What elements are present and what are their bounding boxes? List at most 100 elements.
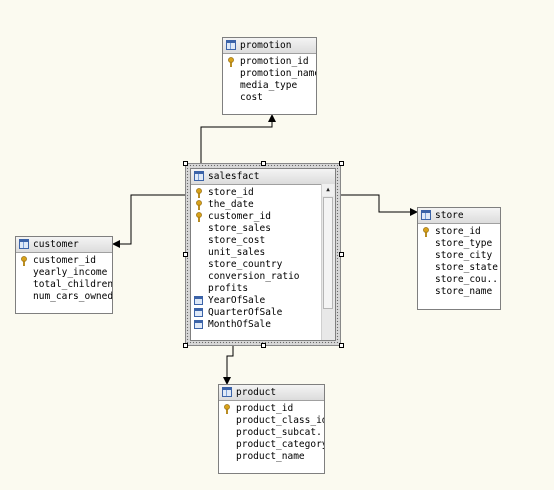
column-row[interactable]: store_id xyxy=(418,226,500,238)
column-name: total_children xyxy=(33,279,112,290)
column-name: promotion_id xyxy=(240,56,309,67)
column-icon xyxy=(194,308,203,317)
column-name: product_subcat... xyxy=(236,427,324,438)
key-icon xyxy=(196,212,202,222)
column-row[interactable]: the_date xyxy=(191,199,335,211)
column-row[interactable]: customer_id xyxy=(191,211,335,223)
table-store[interactable]: store store_id store_type store_city sto… xyxy=(417,207,501,310)
resize-handle-s[interactable] xyxy=(261,343,266,348)
column-name: store_cou... xyxy=(435,274,500,285)
column-name: QuarterOfSale xyxy=(208,307,283,318)
column-row[interactable]: customer_id xyxy=(16,255,112,267)
column-name: product_category xyxy=(236,439,324,450)
key-icon xyxy=(196,188,202,198)
column-row[interactable]: store_country xyxy=(191,259,335,271)
column-name: product_class_id xyxy=(236,415,324,426)
column-name: yearly_income xyxy=(33,267,108,278)
table-title: product xyxy=(236,387,277,398)
key-icon xyxy=(196,200,202,210)
scroll-thumb[interactable] xyxy=(323,197,333,309)
column-row[interactable]: product_id xyxy=(219,403,324,415)
column-row[interactable]: store_cou... xyxy=(418,274,500,286)
column-row[interactable]: store_cost xyxy=(191,235,335,247)
column-name: product_name xyxy=(236,451,305,462)
column-name: customer_id xyxy=(208,211,271,222)
column-row[interactable]: store_city xyxy=(418,250,500,262)
column-row[interactable]: promotion_name xyxy=(223,68,316,80)
scroll-up-arrow-icon[interactable]: ▲ xyxy=(322,184,334,196)
column-row[interactable]: YearOfSale xyxy=(191,295,335,307)
table-promotion[interactable]: promotion promotion_id promotion_name me… xyxy=(222,37,317,115)
table-header[interactable]: store xyxy=(418,208,500,224)
resize-handle-e[interactable] xyxy=(339,252,344,257)
table-header[interactable]: promotion xyxy=(223,38,316,54)
column-name: promotion_name xyxy=(240,68,316,79)
column-list: customer_id yearly_income total_children… xyxy=(16,253,112,303)
resize-handle-ne[interactable] xyxy=(339,161,344,166)
column-row[interactable]: product_name xyxy=(219,451,324,463)
column-name: cost xyxy=(240,92,263,103)
table-icon xyxy=(222,387,232,397)
column-row[interactable]: product_class_id xyxy=(219,415,324,427)
column-name: store_sales xyxy=(208,223,271,234)
column-list: promotion_id promotion_name media_type c… xyxy=(223,54,316,104)
column-name: num_cars_owned xyxy=(33,291,112,302)
column-row[interactable]: yearly_income xyxy=(16,267,112,279)
column-row[interactable]: store_type xyxy=(418,238,500,250)
column-row[interactable]: store_name xyxy=(418,286,500,298)
column-row[interactable]: conversion_ratio xyxy=(191,271,335,283)
table-title: customer xyxy=(33,239,79,250)
column-name: customer_id xyxy=(33,255,96,266)
column-name: store_type xyxy=(435,238,493,249)
column-name: store_id xyxy=(208,187,254,198)
table-salesfact[interactable]: salesfact store_id the_date customer_id … xyxy=(190,168,336,341)
column-row[interactable]: store_sales xyxy=(191,223,335,235)
column-name: product_id xyxy=(236,403,294,414)
column-row[interactable]: QuarterOfSale xyxy=(191,307,335,319)
resize-handle-nw[interactable] xyxy=(183,161,188,166)
resize-handle-sw[interactable] xyxy=(183,343,188,348)
column-name: media_type xyxy=(240,80,298,91)
column-name: YearOfSale xyxy=(208,295,266,306)
column-list: store_id store_type store_city store_sta… xyxy=(418,224,500,298)
column-name: profits xyxy=(208,283,249,294)
column-row[interactable]: MonthOfSale xyxy=(191,319,335,331)
table-header[interactable]: product xyxy=(219,385,324,401)
column-row[interactable]: store_state xyxy=(418,262,500,274)
column-name: store_name xyxy=(435,286,493,297)
column-row[interactable]: cost xyxy=(223,92,316,104)
column-row[interactable]: media_type xyxy=(223,80,316,92)
table-title: salesfact xyxy=(208,171,260,182)
column-name: store_cost xyxy=(208,235,266,246)
resize-handle-se[interactable] xyxy=(339,343,344,348)
key-icon xyxy=(228,57,234,67)
column-row[interactable]: store_id xyxy=(191,187,335,199)
column-icon xyxy=(194,320,203,329)
key-icon xyxy=(21,256,27,266)
column-row[interactable]: unit_sales xyxy=(191,247,335,259)
column-row[interactable]: profits xyxy=(191,283,335,295)
table-icon xyxy=(421,210,431,220)
column-row[interactable]: num_cars_owned xyxy=(16,291,112,303)
line-salesfact-store xyxy=(341,194,418,216)
column-row[interactable]: product_subcat... xyxy=(219,427,324,439)
column-row[interactable]: total_children xyxy=(16,279,112,291)
column-icon xyxy=(194,296,203,305)
column-row[interactable]: promotion_id xyxy=(223,56,316,68)
vertical-scrollbar[interactable]: ▲ xyxy=(321,184,335,340)
table-header[interactable]: customer xyxy=(16,237,112,253)
column-row[interactable]: product_category xyxy=(219,439,324,451)
table-title: promotion xyxy=(240,40,292,51)
key-icon xyxy=(224,404,230,414)
resize-handle-w[interactable] xyxy=(183,252,188,257)
table-customer[interactable]: customer customer_id yearly_income total… xyxy=(15,236,113,314)
table-icon xyxy=(194,171,204,181)
resize-handle-n[interactable] xyxy=(261,161,266,166)
table-product[interactable]: product product_id product_class_id prod… xyxy=(218,384,325,474)
column-name: store_country xyxy=(208,259,283,270)
table-icon xyxy=(226,40,236,50)
column-name: store_state xyxy=(435,262,498,273)
column-name: unit_sales xyxy=(208,247,266,258)
table-header[interactable]: salesfact xyxy=(191,169,335,185)
column-name: store_city xyxy=(435,250,493,261)
